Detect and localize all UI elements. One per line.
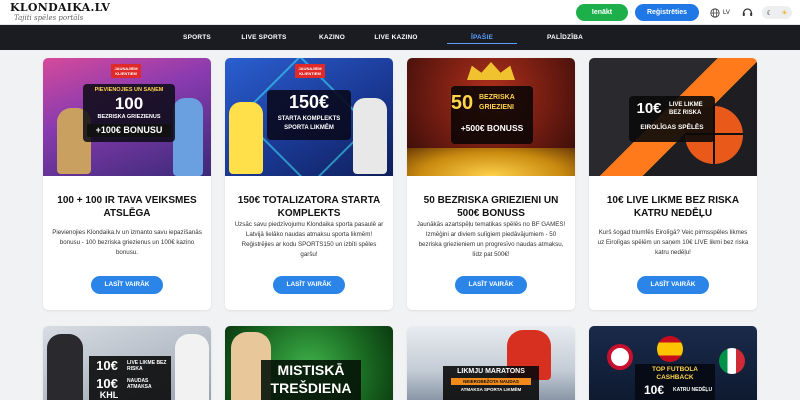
- banner-line3: EIROLĪGAS SPĒLĒS: [640, 124, 704, 131]
- promo-card: 10€ LIVE LIKME BEZ RISKA EIROLĪGAS SPĒLĒ…: [589, 58, 757, 310]
- banner-big-number: 10€: [96, 358, 118, 373]
- banner-line2: TREŠDIENA: [270, 380, 352, 396]
- promo-banner[interactable]: JAUNAJIEM KLIENTIEM PIEVIENOJIES UN SAŅE…: [43, 58, 211, 176]
- athlete-figure: [229, 102, 263, 174]
- register-button[interactable]: Reģistrēties: [635, 4, 699, 21]
- promo-card: JAUNAJIEM KLIENTIEM 150€ STARTA KOMPLEKT…: [225, 58, 393, 310]
- banner-line2: NEIEROBEŽOTA NAUDAS: [451, 378, 531, 385]
- hockey-player: [175, 334, 209, 400]
- banner-line1: LIVE LIKME BEZ RISKA: [127, 360, 167, 372]
- banner-line2: BEZ RISKA: [669, 110, 702, 116]
- hockey-player: [47, 334, 83, 400]
- banner-line3: KATRU NEDĒĻU: [673, 387, 713, 393]
- promo-banner[interactable]: 10€ LIVE LIKME BEZ RISKA 10€ NAUDAS ATMA…: [43, 326, 211, 400]
- promo-banner[interactable]: 50 BEZRISKA GRIEZIENI +500€ BONUSS: [407, 58, 575, 176]
- main-nav: SPORTS LIVE SPORTS KAZINO LIVE KAZINO ĪP…: [0, 25, 800, 66]
- promo-card: 50 BEZRISKA GRIEZIENI +500€ BONUSS 50 BE…: [407, 58, 575, 310]
- flag-ball-icon: [607, 344, 633, 370]
- league-label: KHL: [99, 390, 119, 400]
- read-more-button[interactable]: LASĪT VAIRĀK: [91, 276, 163, 294]
- headset-icon[interactable]: [742, 7, 753, 18]
- promo-banner[interactable]: JAUNAJIEM KLIENTIEM 150€ STARTA KOMPLEKT…: [225, 58, 393, 176]
- read-more-button[interactable]: LASĪT VAIRĀK: [455, 276, 527, 294]
- card-description: Jaunākās azartspēļu tematikas spēlēs no …: [416, 221, 566, 258]
- banner-big-number: 10€: [96, 376, 118, 391]
- nav-kazino[interactable]: KAZINO: [316, 25, 348, 50]
- card-title: 150€ TOTALIZATORA STARTA KOMPLEKTS: [237, 195, 381, 219]
- banner-big-number: 50: [450, 92, 474, 114]
- banner-line1: MISTISKĀ: [277, 362, 345, 378]
- site-logo[interactable]: KLONDAIKA.LV Tajiti spēles portāls: [10, 1, 111, 24]
- banner-line2: NAUDAS ATMAKSA: [127, 378, 152, 390]
- top-header: KLONDAIKA.LV Tajiti spēles portāls Ienāk…: [0, 0, 800, 25]
- promo-card: TOP FUTBOLA CASHBACK 10€ KATRU NEDĒĻU: [589, 326, 757, 400]
- card-description: Pievienojies Klondaika.lv un izmanto sav…: [52, 229, 202, 256]
- login-button[interactable]: Ienākt: [576, 4, 628, 21]
- flag-ball-icon: [719, 348, 745, 374]
- new-customer-tag: JAUNAJIEM KLIENTIEM: [111, 64, 141, 78]
- globe-icon: [710, 7, 720, 18]
- nav-live-kazino[interactable]: LIVE KAZINO: [373, 25, 419, 50]
- nav-special-offers[interactable]: ĪPAŠIE PIEDĀVĀJUMI: [447, 25, 517, 66]
- banner-line1: LIKMJU MARATONS: [457, 368, 525, 375]
- promo-card: MISTISKĀ TREŠDIENA: [225, 326, 393, 400]
- read-more-button[interactable]: LASĪT VAIRĀK: [273, 276, 345, 294]
- card-title: 100 + 100 IR TAVA VEIKSMES ATSLĒGA: [57, 195, 197, 219]
- banner-big-number: 100: [114, 94, 144, 113]
- promo-card: JAUNAJIEM KLIENTIEM PIEVIENOJIES UN SAŅE…: [43, 58, 211, 310]
- language-code: LV: [723, 9, 730, 16]
- card-description: Kurš šogad triumfēs Eirolīgā? Veic pirms…: [597, 229, 749, 256]
- theme-toggle[interactable]: ☾ ☀: [762, 6, 792, 19]
- banner-line1: TOP FUTBOLA: [652, 366, 698, 373]
- sun-icon: ☀: [781, 9, 788, 17]
- card-description: Uzsāc savu piedzīvojumu Klondaika sporta…: [234, 221, 384, 258]
- banner-line2: CASHBACK: [656, 374, 694, 381]
- crown-icon: [467, 62, 515, 80]
- flag-ball-icon: [657, 336, 683, 362]
- language-selector[interactable]: LV: [710, 6, 730, 19]
- promo-banner[interactable]: 10€ LIVE LIKME BEZ RISKA EIROLĪGAS SPĒLĒ…: [589, 58, 757, 176]
- character-figure: [173, 98, 203, 176]
- banner-line1: BEZRISKA: [479, 94, 515, 101]
- banner-line1: LIVE LIKME: [669, 102, 703, 108]
- gold-coins: [407, 148, 575, 176]
- nav-help[interactable]: PALĪDZĪBA: [545, 25, 585, 50]
- nav-live-sports[interactable]: LIVE SPORTS: [240, 25, 288, 50]
- logo-text: KLONDAIKA.LV: [10, 1, 111, 14]
- banner-line2: BEZRISKA GRIEZIENUS: [97, 114, 161, 120]
- athlete-figure: [353, 98, 387, 174]
- card-title: 50 BEZRISKA GRIEZIENI UN 500€ BONUSS: [423, 195, 559, 219]
- new-customer-tag: JAUNAJIEM KLIENTIEM: [295, 64, 325, 78]
- banner-line3: +100€ BONUSU: [87, 124, 171, 137]
- banner-line3: ATMAKSA SPORTA LIKMĒM: [460, 387, 522, 392]
- promo-card: LIKMJU MARATONS NEIEROBEŽOTA NAUDAS ATMA…: [407, 326, 575, 400]
- banner-line1: STARTA KOMPLEKTS: [277, 116, 341, 122]
- banner-line1: PIEVIENOJIES UN SAŅEM: [94, 87, 164, 93]
- banner-line2: SPORTA LIKMĒM: [284, 125, 334, 131]
- banner-line2: GRIEZIENI: [479, 104, 515, 111]
- read-more-button[interactable]: LASĪT VAIRĀK: [637, 276, 709, 294]
- promo-banner[interactable]: LIKMJU MARATONS NEIEROBEŽOTA NAUDAS ATMA…: [407, 326, 575, 400]
- promo-banner[interactable]: MISTISKĀ TREŠDIENA: [225, 326, 393, 400]
- card-title: 10€ LIVE LIKME BEZ RISKA KATRU NEDĒĻU: [606, 195, 740, 219]
- nav-sports[interactable]: SPORTS: [180, 25, 214, 50]
- promo-card: 10€ LIVE LIKME BEZ RISKA 10€ NAUDAS ATMA…: [43, 326, 211, 400]
- banner-big-number: 10€: [643, 383, 665, 397]
- banner-line3: +500€ BONUSS: [460, 123, 524, 133]
- banner-big-number: 150€: [288, 92, 330, 112]
- logo-tagline: Tajiti spēles portāls: [14, 14, 84, 22]
- promo-banner[interactable]: TOP FUTBOLA CASHBACK 10€ KATRU NEDĒĻU: [589, 326, 757, 400]
- banner-big-number: 10€: [636, 100, 662, 117]
- moon-icon: ☾: [766, 9, 773, 17]
